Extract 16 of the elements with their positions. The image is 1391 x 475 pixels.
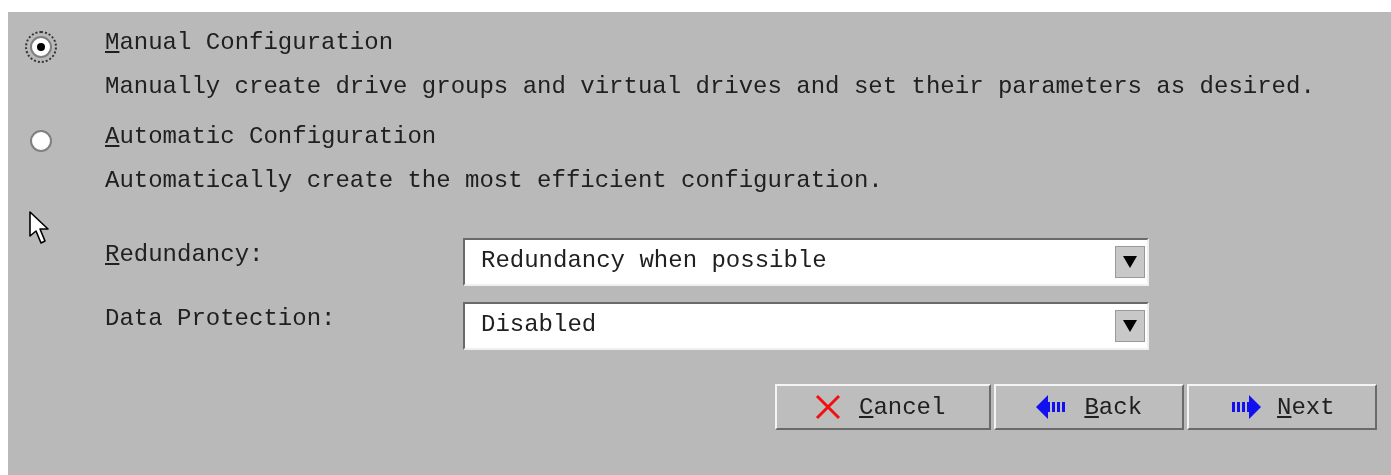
setting-label: Redundancy: xyxy=(105,240,265,270)
dialog-button[interactable]: Back xyxy=(994,384,1185,430)
option-description: Automatically create the most efficient configuration. xyxy=(105,166,883,196)
dialog-button[interactable]: Cancel xyxy=(775,384,992,430)
radio-button[interactable] xyxy=(29,130,52,152)
setting-label: Data Protection: xyxy=(105,304,337,334)
dropdown[interactable]: Redundancy when possible xyxy=(463,238,1149,286)
option-label[interactable]: Automatic Configuration xyxy=(105,122,883,152)
right-arrow-icon xyxy=(1229,395,1262,419)
close-icon xyxy=(813,392,843,422)
dropdown-arrow-icon xyxy=(1123,256,1137,268)
dialog-button[interactable]: Next xyxy=(1187,384,1377,430)
option-label[interactable]: Manual Configuration xyxy=(105,28,1315,58)
dropdown[interactable]: Disabled xyxy=(463,302,1149,350)
dropdown-arrow-icon xyxy=(1123,320,1137,332)
option-description: Manually create drive groups and virtual drives and set their parameters as desired. xyxy=(105,72,1315,102)
